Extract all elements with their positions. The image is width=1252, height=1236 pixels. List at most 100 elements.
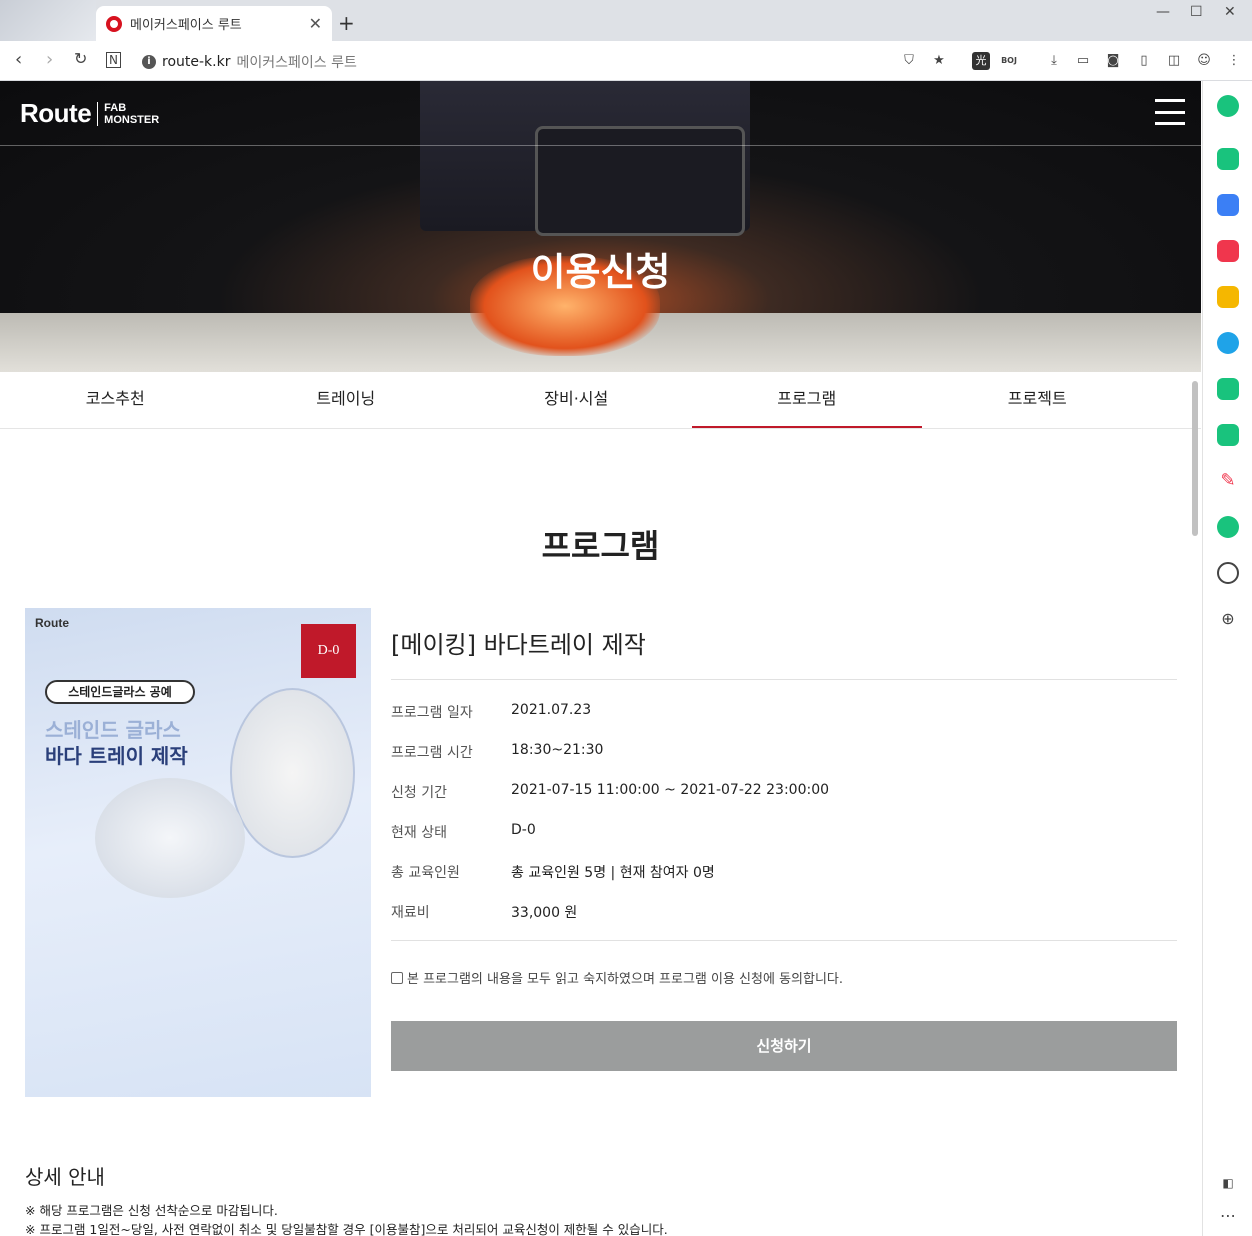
logo-separator (97, 101, 99, 126)
extension-boj-icon[interactable]: BOJ (1000, 52, 1018, 70)
minimize-icon[interactable]: — (1156, 4, 1170, 20)
sidebar-webtoon-icon[interactable] (1217, 378, 1239, 400)
poster-headline-1: 스테인드 글라스 (45, 718, 181, 742)
hero-title: 이용신청 (530, 250, 671, 294)
new-tab-icon[interactable]: + (338, 11, 355, 35)
poster-headline-2: 바다 트레이 제작 (45, 744, 188, 768)
info-label: 재료비 (391, 905, 430, 921)
info-row-fee: 재료비 33,000 원 (391, 902, 1177, 922)
hamburger-menu-icon[interactable] (1155, 99, 1185, 125)
sidebar-add-icon[interactable]: ⊕ (1217, 609, 1239, 631)
profile-icon[interactable]: ☺ (1195, 52, 1213, 70)
info-label: 총 교육인원 (391, 865, 460, 881)
menu-more-icon[interactable]: ⋮ (1225, 52, 1243, 70)
info-row-time: 프로그램 시간 18:30~21:30 (391, 742, 1177, 762)
forward-icon[interactable]: › (46, 49, 53, 70)
url-host: route-k.kr (162, 54, 231, 70)
sidebar-app-icon[interactable] (1217, 95, 1239, 117)
apply-button[interactable]: 신청하기 (391, 1021, 1177, 1071)
info-label: 프로그램 시간 (391, 745, 473, 761)
url-page-title: 메이커스페이스 루트 (236, 55, 357, 71)
poster-tray-photo (95, 778, 245, 898)
info-row-period: 신청 기간 2021-07-15 11:00:00 ~ 2021-07-22 2… (391, 782, 1177, 802)
header-divider (0, 145, 1201, 146)
url-field[interactable]: i route-k.kr 메이커스페이스 루트 (142, 52, 357, 72)
poster-logo: Route (35, 616, 69, 630)
sidebar-toggle-icon[interactable]: ◫ (1165, 52, 1183, 70)
web-page: Route FAB MONSTER 이용신청 코스추천 트레이닝 장비·시설 프… (0, 81, 1201, 1236)
logo-route-text: Route (20, 98, 92, 128)
hero-banner: Route FAB MONSTER 이용신청 (0, 81, 1201, 372)
tab-title: 메이커스페이스 루트 (130, 18, 242, 33)
extension-kanji-icon[interactable]: 光 (972, 52, 990, 70)
info-row-date: 프로그램 일자 2021.07.23 (391, 702, 1177, 722)
subnav-equipment[interactable]: 장비·시설 (461, 372, 692, 428)
tab-close-icon[interactable]: ✕ (309, 14, 322, 33)
sidebar-more-icon[interactable]: ⋯ (1217, 1206, 1239, 1228)
detail-note: ※ 프로그램 1일전~당일, 사전 연락없이 취소 및 당일불참할 경우 [이용… (25, 1222, 668, 1236)
sidebar-memo-icon[interactable] (1217, 424, 1239, 446)
page-scrollbar[interactable] (1192, 381, 1198, 536)
dday-badge: D-0 (301, 624, 356, 678)
tabbar-decoration (0, 0, 96, 41)
info-label: 프로그램 일자 (391, 705, 473, 721)
maximize-icon[interactable]: ☐ (1190, 4, 1203, 20)
divider (391, 679, 1177, 680)
agree-text: 본 프로그램의 내용을 모두 읽고 숙지하였으며 프로그램 이용 신청에 동의합… (407, 972, 844, 987)
sidebar-pocket-icon[interactable] (1217, 240, 1239, 262)
info-value: 2021.07.23 (511, 702, 592, 718)
info-row-capacity: 총 교육인원 총 교육인원 5명 | 현재 참여자 0명 (391, 862, 1177, 882)
close-window-icon[interactable]: ✕ (1224, 4, 1236, 20)
site-favicon-icon (106, 15, 122, 32)
browser-tabbar: 메이커스페이스 루트 ✕ + — ☐ ✕ (0, 0, 1252, 41)
subnav-project[interactable]: 프로젝트 (922, 372, 1153, 428)
sidebar-translate-icon[interactable] (1217, 332, 1239, 354)
program-title: [메이킹] 바다트레이 제작 (391, 631, 646, 659)
reader-icon[interactable]: ▯ (1135, 52, 1153, 70)
address-bar: ‹ › ↻ N i route-k.kr 메이커스페이스 루트 ⛉ ★ 光 BO… (0, 41, 1252, 81)
subnav-training[interactable]: 트레이닝 (231, 372, 462, 428)
info-value: 18:30~21:30 (511, 742, 604, 758)
browser-tab[interactable]: 메이커스페이스 루트 ✕ (96, 6, 332, 41)
info-label: 현재 상태 (391, 825, 447, 841)
agree-checkbox[interactable] (391, 971, 403, 984)
agree-checkbox-row[interactable]: 본 프로그램의 내용을 모두 읽고 숙지하였으며 프로그램 이용 신청에 동의합… (391, 968, 843, 987)
sidebar-box-icon[interactable] (1217, 562, 1239, 584)
poster-pill: 스테인드글라스 공예 (45, 680, 195, 704)
subnav-course[interactable]: 코스추천 (0, 372, 231, 428)
section-title: 프로그램 (541, 527, 660, 565)
naver-icon[interactable]: N (106, 52, 121, 68)
subnav-program[interactable]: 프로그램 (691, 372, 922, 428)
logo-fab-text: FAB MONSTER (104, 102, 159, 126)
sidebar-briefcase-icon[interactable] (1217, 194, 1239, 216)
site-logo[interactable]: Route FAB MONSTER (20, 98, 159, 129)
sidebar-panel-icon[interactable]: ◧ (1217, 1176, 1239, 1198)
sidebar-star-icon[interactable] (1217, 286, 1239, 308)
sidebar-pen-icon[interactable]: ✎ (1217, 470, 1239, 492)
info-value: 33,000 원 (511, 905, 578, 921)
site-info-icon[interactable]: i (142, 55, 156, 69)
sidebar-stock-icon[interactable] (1217, 516, 1239, 538)
info-row-status: 현재 상태 D-0 (391, 822, 1177, 842)
info-label: 신청 기간 (391, 785, 447, 801)
star-icon[interactable]: ★ (930, 52, 948, 70)
divider (391, 940, 1177, 941)
info-value: D-0 (511, 822, 536, 838)
reload-icon[interactable]: ↻ (74, 49, 87, 68)
back-icon[interactable]: ‹ (15, 49, 22, 70)
video-icon[interactable]: ▭ (1074, 52, 1092, 70)
printer-fan-image (535, 126, 745, 236)
info-value: 총 교육인원 5명 | 현재 참여자 0명 (511, 865, 715, 881)
download-icon[interactable]: ⤓ (1045, 52, 1063, 70)
shield-icon[interactable]: ⛉ (900, 52, 918, 70)
poster-info-block (55, 918, 345, 1078)
sub-navigation: 코스추천 트레이닝 장비·시설 프로그램 프로젝트 (0, 372, 1201, 429)
logo-fab-line2: MONSTER (104, 113, 160, 126)
program-poster-image: Route 스테인드글라스 공예 스테인드 글라스 바다 트레이 제작 (25, 608, 371, 1097)
logo-fab-line1: FAB (104, 101, 127, 114)
detail-note: ※ 해당 프로그램은 신청 선착순으로 마감됩니다. (25, 1203, 278, 1218)
camera-icon[interactable]: ◙ (1104, 52, 1122, 70)
sidebar-talk-icon[interactable] (1217, 148, 1239, 170)
browser-sidebar: ✎ ⊕ ◧ ⋯ (1202, 81, 1252, 1236)
detail-title: 상세 안내 (25, 1165, 105, 1189)
